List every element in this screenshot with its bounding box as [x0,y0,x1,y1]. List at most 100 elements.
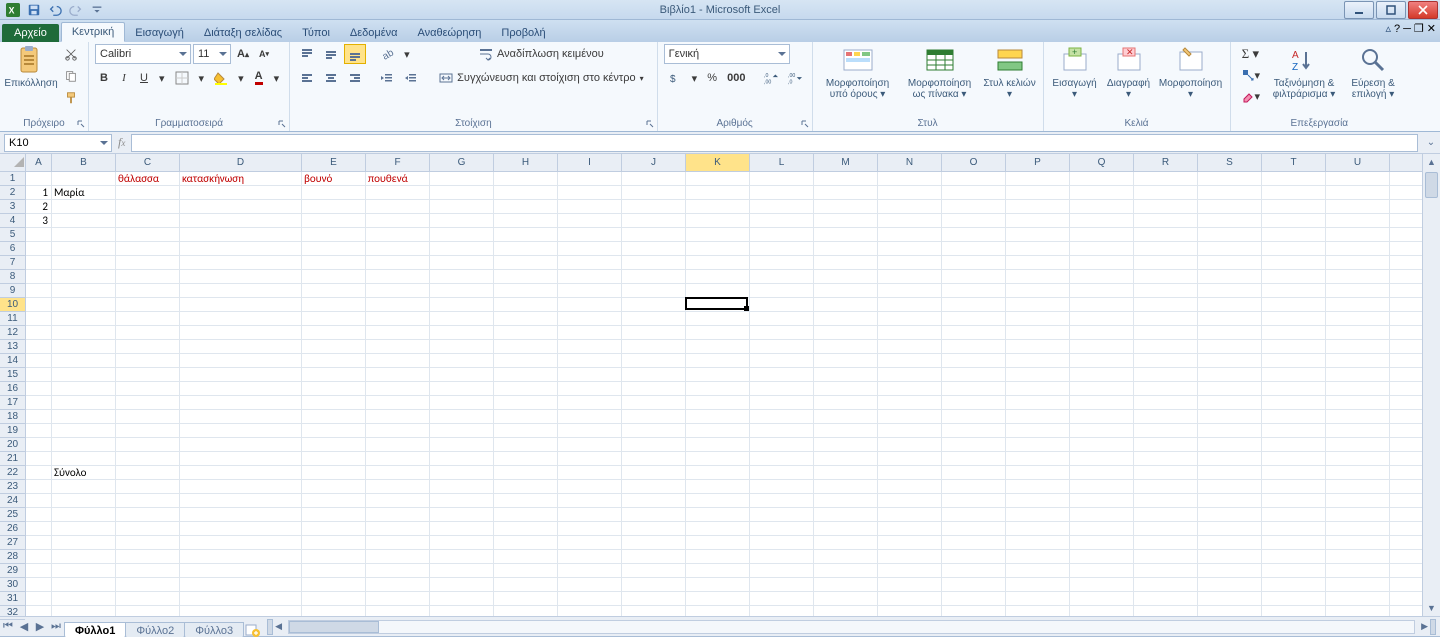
shrink-font-icon[interactable]: A▾ [255,44,273,64]
italic-button[interactable]: I [115,68,133,88]
minimize-button[interactable] [1344,1,1374,19]
row-header[interactable]: 22 [0,466,25,480]
row-header[interactable]: 19 [0,424,25,438]
font-color-dropdown-icon[interactable]: ▾ [270,68,284,88]
align-bottom-icon[interactable] [344,44,366,64]
scroll-left-icon[interactable]: ◀ [275,621,282,632]
column-header[interactable]: M [814,154,878,171]
format-cells-button[interactable]: Μορφοποίηση ▾ [1158,44,1224,100]
row-header[interactable]: 4 [0,214,25,228]
find-select-button[interactable]: Εύρεση & επιλογή ▾ [1344,44,1402,100]
row-header[interactable]: 8 [0,270,25,284]
clear-icon[interactable]: ▾ [1237,86,1265,106]
row-header[interactable]: 13 [0,340,25,354]
column-header[interactable]: B [52,154,116,171]
accounting-dropdown-icon[interactable]: ▾ [688,68,702,88]
column-header[interactable]: K [686,154,750,171]
autosum-icon[interactable]: Σ ▾ [1237,44,1265,64]
delete-cells-button[interactable]: ✕ Διαγραφή ▾ [1104,44,1154,100]
column-header[interactable]: E [302,154,366,171]
mdi-close-icon[interactable]: ✕ [1427,22,1436,35]
column-header[interactable]: P [1006,154,1070,171]
number-format-combo[interactable]: Γενική [664,44,790,64]
vertical-scrollbar[interactable]: ▲ ▼ [1422,154,1440,616]
sheet-tab-2[interactable]: Φύλλο2 [125,622,185,637]
number-dialog-launcher[interactable] [800,119,810,129]
row-header[interactable]: 2 [0,186,25,200]
column-header[interactable]: G [430,154,494,171]
row-header[interactable]: 30 [0,578,25,592]
column-header[interactable]: H [494,154,558,171]
ribbon-minimize-icon[interactable]: ▵ [1385,22,1391,35]
tab-data[interactable]: Δεδομένα [340,24,408,42]
name-box[interactable]: K10 [4,134,112,152]
row-header[interactable]: 7 [0,256,25,270]
row-header[interactable]: 6 [0,242,25,256]
align-center-icon[interactable] [320,68,342,88]
font-name-combo[interactable]: Calibri [95,44,191,64]
insert-cells-button[interactable]: + Εισαγωγή ▾ [1050,44,1100,100]
tab-split-handle[interactable] [267,619,273,635]
row-header[interactable]: 23 [0,480,25,494]
help-icon[interactable]: ? [1394,23,1400,35]
font-size-combo[interactable]: 11 [193,44,231,64]
select-all-button[interactable] [0,154,25,172]
conditional-formatting-button[interactable]: Μορφοποίηση υπό όρους ▾ [819,44,897,100]
row-header[interactable]: 20 [0,438,25,452]
row-header[interactable]: 9 [0,284,25,298]
tab-review[interactable]: Αναθεώρηση [408,24,492,42]
percent-format-icon[interactable]: % [703,68,721,88]
borders-dropdown-icon[interactable]: ▾ [195,68,209,88]
row-header[interactable]: 31 [0,592,25,606]
merge-center-button[interactable]: Συγχώνευση και στοίχιση στο κέντρο ▾ [432,68,651,88]
column-header[interactable]: T [1262,154,1326,171]
row-header[interactable]: 24 [0,494,25,508]
grow-font-icon[interactable]: A▴ [233,44,253,64]
row-header[interactable]: 10 [0,298,25,312]
bold-button[interactable]: B [95,68,113,88]
column-header[interactable]: I [558,154,622,171]
borders-icon[interactable] [171,68,193,88]
fill-color-icon[interactable] [210,68,232,88]
tab-page-layout[interactable]: Διάταξη σελίδας [194,24,292,42]
underline-button[interactable]: U [135,68,153,88]
column-header[interactable]: Q [1070,154,1134,171]
horizontal-scroll-thumb[interactable] [289,621,379,633]
cut-icon[interactable] [60,44,82,64]
orientation-dropdown-icon[interactable]: ▾ [400,44,414,64]
column-header[interactable]: D [180,154,302,171]
column-header[interactable]: O [942,154,1006,171]
sheet-nav-first-icon[interactable]: ⏮ [0,619,16,635]
row-header[interactable]: 27 [0,536,25,550]
column-header[interactable]: U [1326,154,1390,171]
row-header[interactable]: 14 [0,354,25,368]
expand-formula-bar-icon[interactable]: ⌄ [1422,134,1440,152]
hsplit-handle[interactable] [1430,619,1436,635]
row-header[interactable]: 3 [0,200,25,214]
horizontal-scrollbar[interactable]: ◀ ▶ [263,619,1440,635]
align-top-icon[interactable] [296,44,318,64]
font-dialog-launcher[interactable] [277,119,287,129]
row-header[interactable]: 15 [0,368,25,382]
save-icon[interactable] [25,2,43,18]
fill-color-dropdown-icon[interactable]: ▾ [234,68,248,88]
undo-icon[interactable] [46,2,64,18]
alignment-dialog-launcher[interactable] [645,119,655,129]
clipboard-dialog-launcher[interactable] [76,119,86,129]
wrap-text-button[interactable]: Αναδίπλωση κειμένου [432,44,651,64]
row-header[interactable]: 16 [0,382,25,396]
row-header[interactable]: 11 [0,312,25,326]
row-header[interactable]: 17 [0,396,25,410]
row-header[interactable]: 25 [0,508,25,522]
column-header[interactable]: A [26,154,52,171]
sheet-nav-next-icon[interactable]: ▶ [32,619,48,635]
formula-input[interactable] [131,134,1418,152]
tab-home[interactable]: Κεντρική [61,22,125,42]
paste-button[interactable]: Επικόλληση [6,44,56,89]
font-color-icon[interactable]: A [250,68,268,88]
close-button[interactable] [1408,1,1438,19]
increase-decimal-icon[interactable]: ,0,00 [760,68,782,88]
mdi-restore-icon[interactable]: ❐ [1414,22,1424,35]
horizontal-scroll-track[interactable] [288,620,1415,634]
row-header[interactable]: 1 [0,172,25,186]
